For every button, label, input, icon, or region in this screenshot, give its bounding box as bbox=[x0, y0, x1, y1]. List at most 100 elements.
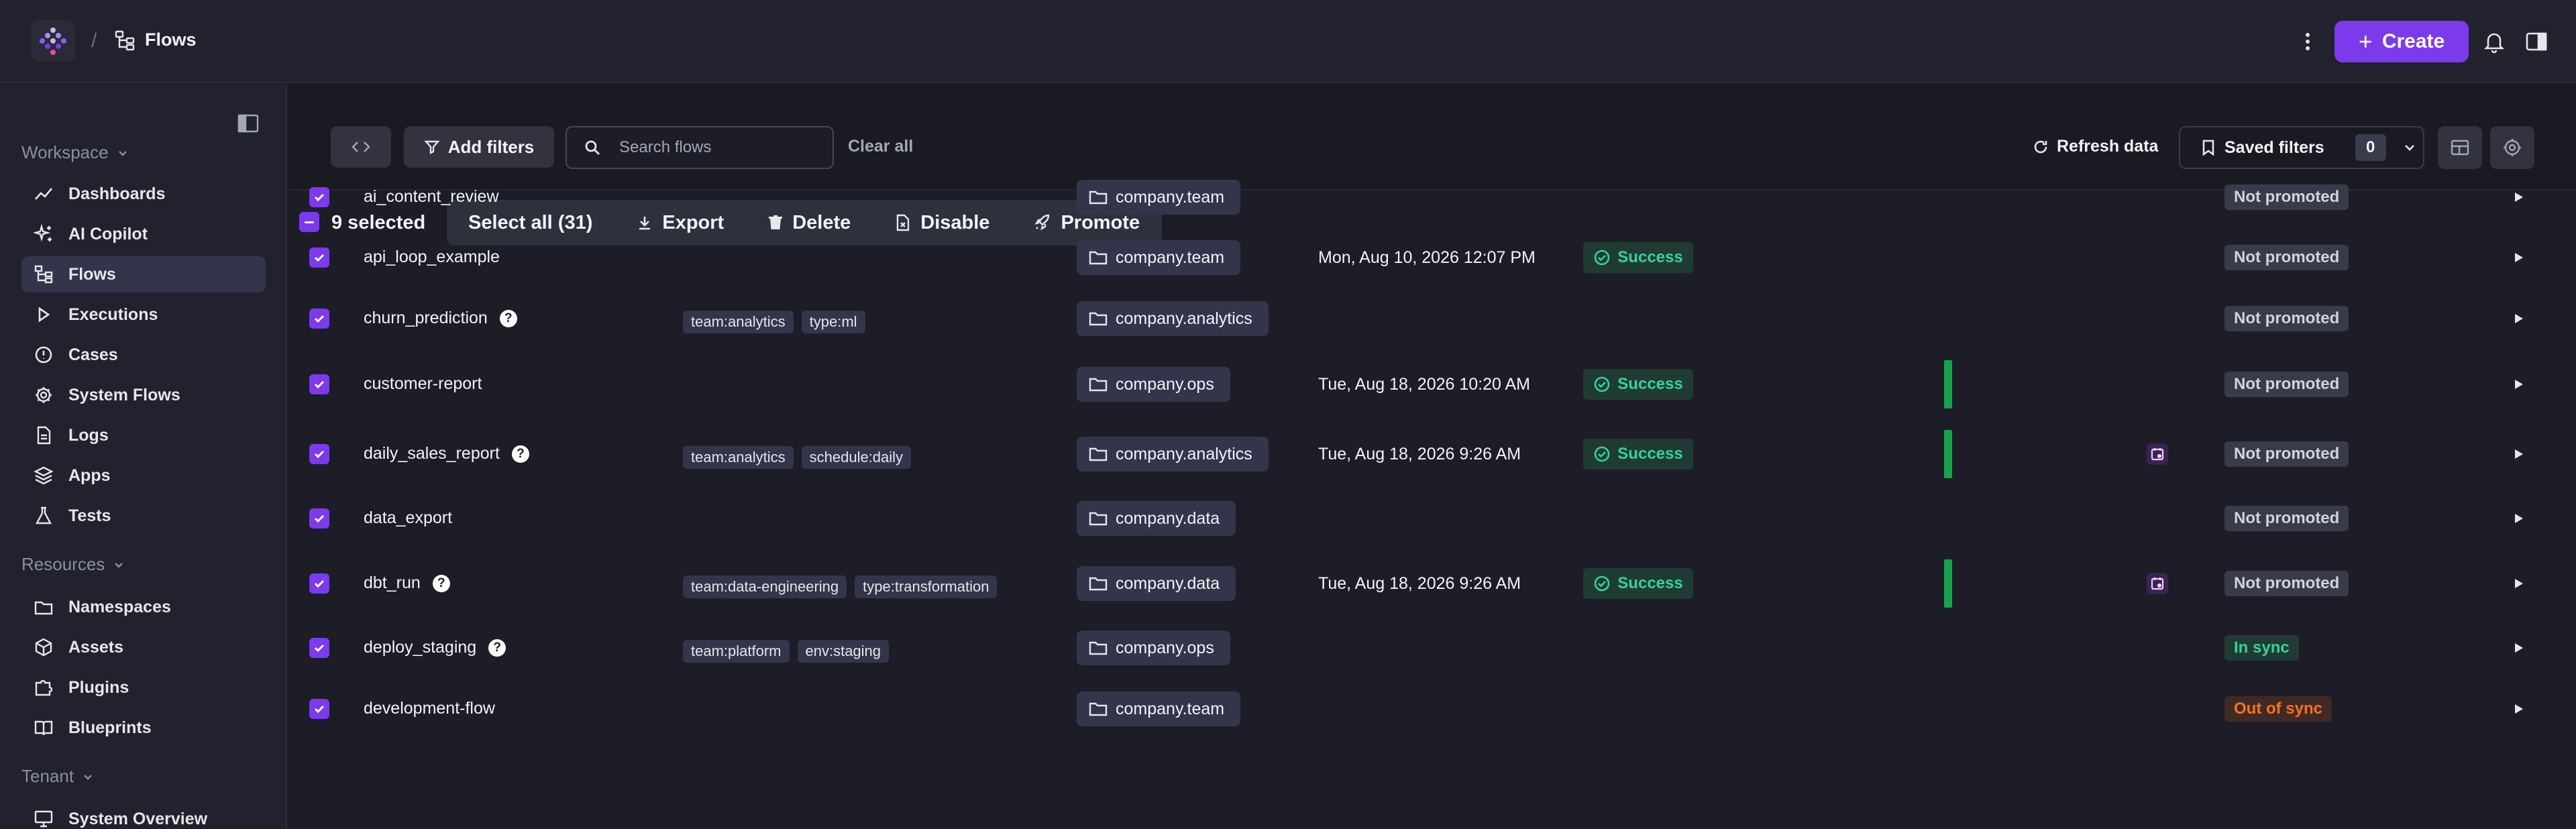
row-checkbox[interactable] bbox=[309, 187, 329, 207]
execution-bar[interactable] bbox=[1944, 559, 1952, 608]
sidebar-item-plugins[interactable]: Plugins bbox=[21, 669, 266, 706]
flow-name-link[interactable]: churn_prediction ? bbox=[364, 309, 517, 328]
trash-icon bbox=[769, 215, 783, 229]
label-tag[interactable]: type:transformation bbox=[855, 575, 998, 598]
label-tag[interactable]: team:analytics bbox=[683, 311, 794, 333]
row-checkbox[interactable] bbox=[309, 699, 329, 719]
execution-bar[interactable] bbox=[1944, 360, 1952, 408]
play-icon[interactable] bbox=[2512, 577, 2525, 590]
sidebar-item-namespaces[interactable]: Namespaces bbox=[21, 589, 266, 625]
flow-name-link[interactable]: deploy_staging ? bbox=[364, 638, 506, 657]
chevron-down-icon bbox=[115, 562, 123, 568]
namespace-badge[interactable]: company.team bbox=[1077, 240, 1241, 275]
namespace-badge[interactable]: company.analytics bbox=[1077, 437, 1269, 472]
sidebar-item-dashboards[interactable]: Dashboards bbox=[21, 176, 266, 212]
download-icon bbox=[639, 217, 651, 230]
execution-bar[interactable] bbox=[1944, 430, 1952, 478]
help-icon[interactable]: ? bbox=[511, 445, 529, 463]
label-tag[interactable]: team:data-engineering bbox=[683, 575, 847, 598]
namespace-badge[interactable]: company.data bbox=[1077, 501, 1236, 536]
sidebar-item-executions[interactable]: Executions bbox=[21, 296, 266, 333]
delete-button[interactable]: Delete bbox=[768, 212, 851, 234]
label-tag[interactable]: type:ml bbox=[801, 311, 865, 333]
sidebar-item-blueprints[interactable]: Blueprints bbox=[21, 710, 266, 746]
play-icon[interactable] bbox=[2512, 641, 2525, 655]
section-workspace[interactable]: Workspace bbox=[21, 142, 129, 163]
more-options-icon[interactable] bbox=[2298, 30, 2317, 54]
code-view-button[interactable] bbox=[331, 126, 391, 168]
bell-icon[interactable] bbox=[2482, 30, 2506, 54]
export-button[interactable]: Export bbox=[637, 212, 724, 234]
sidebar-item-logs[interactable]: Logs bbox=[21, 417, 266, 453]
namespace-badge[interactable]: company.data bbox=[1077, 566, 1236, 601]
promote-button[interactable]: Promote bbox=[1034, 212, 1140, 234]
sidebar-item-system-overview[interactable]: System Overview bbox=[21, 801, 266, 829]
table-icon bbox=[2451, 140, 2469, 156]
flow-name-link[interactable]: dbt_run ? bbox=[364, 573, 450, 593]
add-filters-button[interactable]: Add filters bbox=[404, 126, 554, 168]
play-icon[interactable] bbox=[2512, 702, 2525, 716]
side-panel-icon[interactable] bbox=[2525, 31, 2548, 52]
flow-name-link[interactable]: data_export bbox=[364, 508, 452, 528]
row-checkbox[interactable] bbox=[309, 573, 329, 594]
select-all-checkbox[interactable] bbox=[299, 212, 319, 232]
settings-button[interactable] bbox=[2490, 126, 2534, 169]
clear-all-link[interactable]: Clear all bbox=[848, 137, 913, 156]
help-icon[interactable]: ? bbox=[499, 309, 517, 327]
search-input[interactable] bbox=[619, 138, 820, 157]
namespace-badge[interactable]: company.team bbox=[1077, 180, 1241, 215]
flow-name-link[interactable]: development-flow bbox=[364, 699, 495, 718]
label-tag[interactable]: team:platform bbox=[683, 640, 790, 663]
sidebar-item-tests[interactable]: Tests bbox=[21, 498, 266, 534]
flow-name-link[interactable]: api_loop_example bbox=[364, 247, 500, 267]
sidebar-item-cases[interactable]: Cases bbox=[21, 337, 266, 373]
namespace-badge[interactable]: company.ops bbox=[1077, 630, 1230, 665]
app-logo[interactable] bbox=[31, 20, 75, 62]
label-tag[interactable]: schedule:daily bbox=[801, 446, 912, 469]
table-layout-button[interactable] bbox=[2438, 126, 2482, 169]
play-icon[interactable] bbox=[2512, 312, 2525, 325]
row-checkbox[interactable] bbox=[309, 374, 329, 394]
collapse-sidebar-icon[interactable] bbox=[237, 114, 259, 133]
label-tag[interactable]: team:analytics bbox=[683, 446, 794, 469]
row-checkbox[interactable] bbox=[309, 309, 329, 329]
namespace-badge[interactable]: company.analytics bbox=[1077, 301, 1269, 336]
select-all-button[interactable]: Select all (31) bbox=[468, 212, 592, 234]
row-checkbox[interactable] bbox=[309, 444, 329, 464]
sidebar-item-apps[interactable]: Apps bbox=[21, 457, 266, 494]
flow-name-link[interactable]: daily_sales_report ? bbox=[364, 444, 529, 463]
play-icon[interactable] bbox=[2512, 190, 2525, 204]
flow-name-link[interactable]: customer-report bbox=[364, 374, 482, 394]
sidebar: Workspace Dashboards AI Copilot Flows Ex… bbox=[0, 85, 287, 829]
section-tenant[interactable]: Tenant bbox=[21, 766, 94, 787]
row-checkbox[interactable] bbox=[309, 638, 329, 658]
play-icon[interactable] bbox=[2512, 512, 2525, 525]
namespace-badge[interactable]: company.team bbox=[1077, 692, 1241, 726]
disable-button[interactable]: Disable bbox=[895, 212, 989, 234]
search-box[interactable] bbox=[566, 126, 834, 169]
row-checkbox[interactable] bbox=[309, 247, 329, 268]
create-button[interactable]: + Create bbox=[2334, 21, 2469, 62]
sidebar-item-flows[interactable]: Flows bbox=[21, 256, 266, 292]
sidebar-item-label: Cases bbox=[68, 345, 118, 364]
section-resources[interactable]: Resources bbox=[21, 554, 125, 575]
flow-name-link[interactable]: ai_content_review bbox=[364, 187, 499, 207]
namespace-badge[interactable]: company.ops bbox=[1077, 367, 1230, 402]
trigger-icon[interactable] bbox=[2147, 573, 2168, 594]
sidebar-item-ai-copilot[interactable]: AI Copilot bbox=[21, 216, 266, 252]
play-icon[interactable] bbox=[2512, 378, 2525, 391]
refresh-data-button[interactable]: Refresh data bbox=[2033, 137, 2158, 156]
trigger-icon[interactable] bbox=[2147, 443, 2168, 465]
play-icon[interactable] bbox=[2512, 251, 2525, 264]
saved-filters-dropdown[interactable]: Saved filters 0 bbox=[2179, 126, 2424, 169]
help-icon[interactable]: ? bbox=[432, 574, 450, 592]
help-icon[interactable]: ? bbox=[488, 639, 506, 657]
promotion-badge: Not promoted bbox=[2224, 372, 2349, 397]
sidebar-item-assets[interactable]: Assets bbox=[21, 629, 266, 665]
flow-labels: team:analytics type:ml bbox=[683, 311, 865, 333]
saved-filters-label: Saved filters bbox=[2224, 137, 2324, 157]
sidebar-item-system-flows[interactable]: System Flows bbox=[21, 377, 266, 413]
play-icon[interactable] bbox=[2512, 447, 2525, 461]
row-checkbox[interactable] bbox=[309, 508, 329, 529]
label-tag[interactable]: env:staging bbox=[797, 640, 890, 663]
